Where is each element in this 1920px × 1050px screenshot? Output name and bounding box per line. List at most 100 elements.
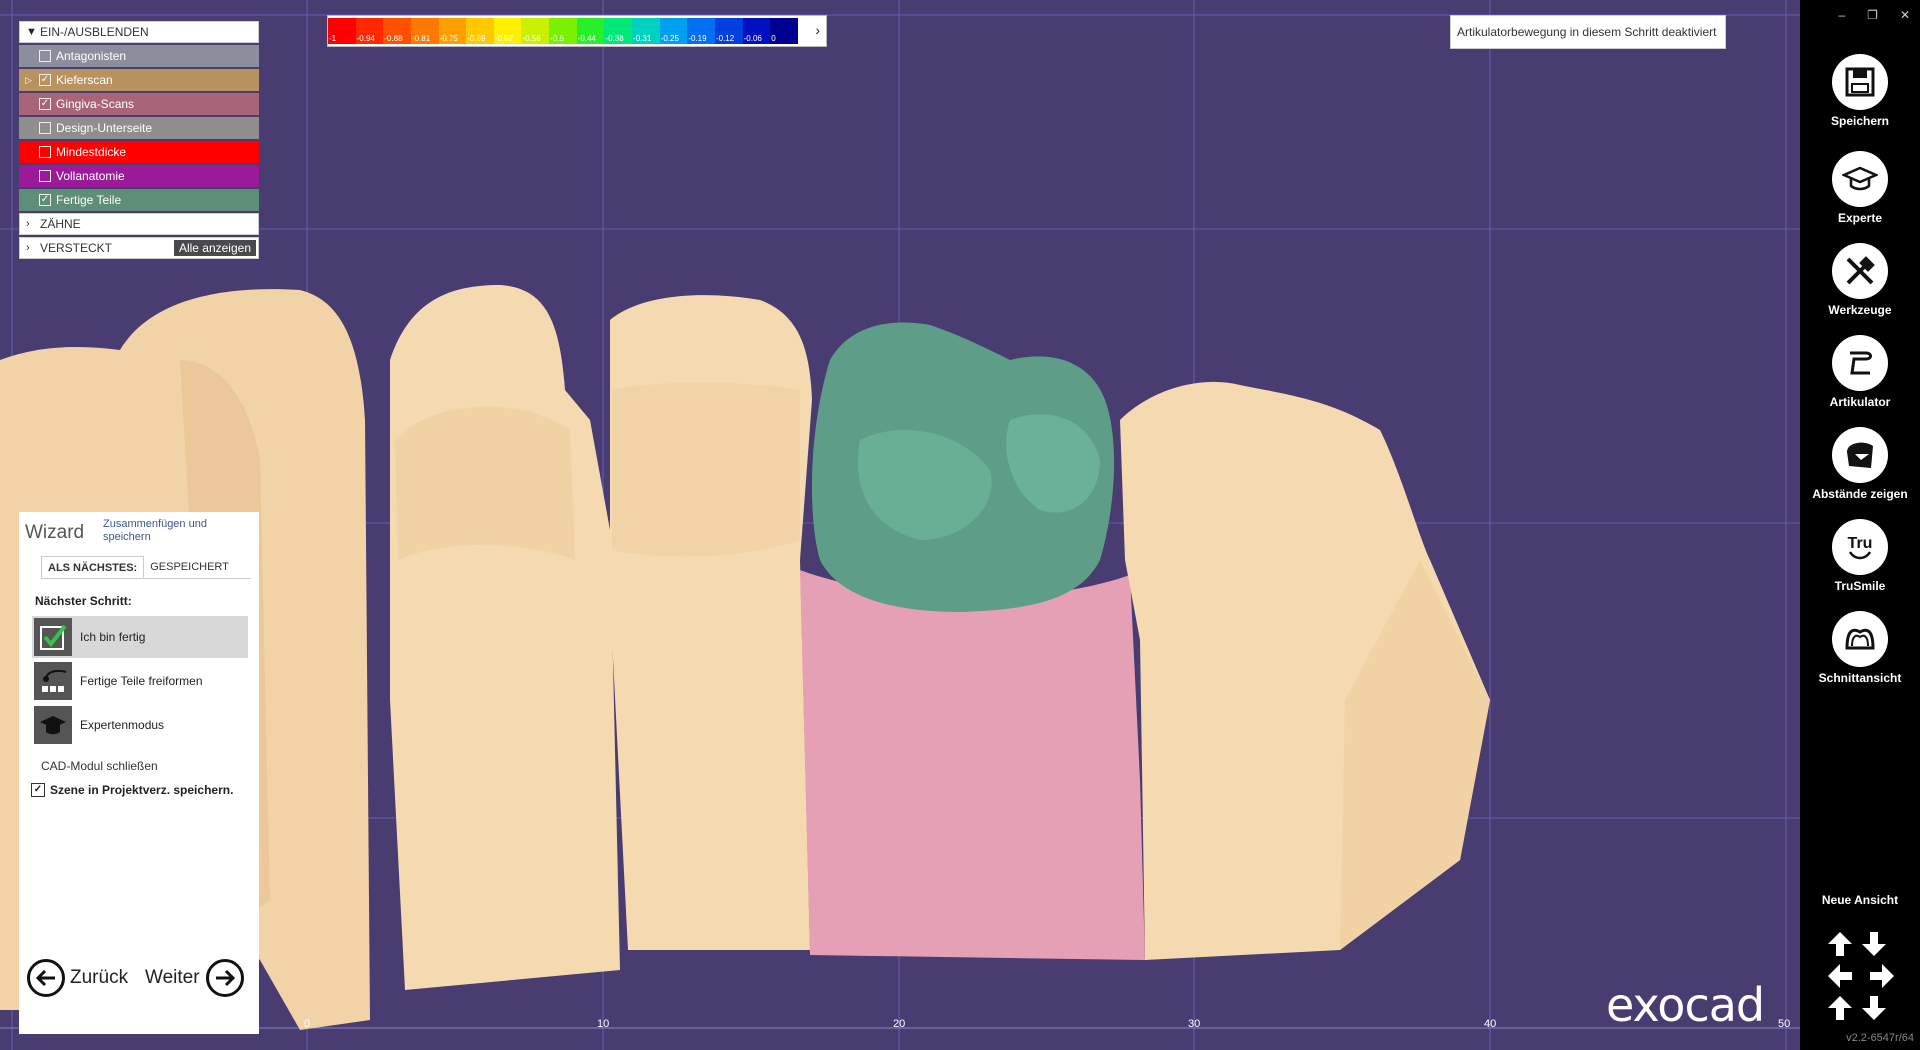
color-scale-label: -0.19	[688, 34, 707, 43]
hidden-section[interactable]: › VERSTECKT Alle anzeigen	[19, 237, 259, 259]
graduation-cap-icon	[34, 706, 72, 744]
save-scene-checkbox[interactable]: ✓ Szene in Projektverz. speichern.	[31, 783, 233, 797]
tab-saved[interactable]: GESPEICHERT	[144, 556, 235, 578]
color-scale-label: -0.81	[411, 34, 431, 43]
jaw-scan-tooth-2	[390, 285, 620, 990]
tool-label: Werkzeuge	[1828, 303, 1892, 317]
articulator-tool[interactable]: Artikulator	[1800, 335, 1920, 425]
color-scale-segment: -0.5	[549, 18, 577, 44]
color-scale-segment: -0.69	[466, 18, 494, 44]
section-view-tool[interactable]: Schnittansicht	[1800, 611, 1920, 701]
color-scale-segment: -0.19	[687, 18, 715, 44]
layer-label: Gingiva-Scans	[56, 97, 135, 111]
close-icon[interactable]: ✕	[1900, 8, 1910, 22]
freeform-icon	[34, 662, 72, 700]
chevron-down-icon: ▼	[26, 26, 37, 38]
step-label: Fertige Teile freiformen	[80, 674, 203, 688]
ruler-tick: 20	[893, 1018, 906, 1030]
step-expert[interactable]: Expertenmodus	[32, 704, 248, 746]
color-scale-label: -0.94	[356, 34, 375, 43]
tool-label: Abstände zeigen	[1812, 487, 1908, 501]
checkbox-unchecked[interactable]	[39, 146, 51, 158]
step-label: Ich bin fertig	[80, 630, 146, 644]
color-scale-segment: -0.88	[383, 18, 411, 44]
checkbox-unchecked[interactable]	[39, 122, 51, 134]
color-scale-label: -0.38	[605, 34, 624, 43]
next-button[interactable]: Weiter	[145, 959, 244, 997]
layer-label: Design-Unterseite	[56, 121, 153, 135]
layer-row[interactable]: ▷ ✓ Kieferscan	[19, 69, 259, 91]
articulator-notice: Artikulatorbewegung in diesem Schritt de…	[1450, 15, 1726, 49]
layer-row[interactable]: Design-Unterseite	[19, 117, 259, 139]
color-scale-label: -0.69	[467, 34, 486, 43]
ruler-tick: 10	[597, 1018, 610, 1030]
color-scale-segment: -0.06	[742, 18, 771, 44]
color-scale-segment: -0.75	[438, 18, 467, 44]
color-scale-segment: -0.31	[632, 18, 660, 44]
color-scale-segment: -1	[328, 18, 356, 44]
expert-tool[interactable]: Experte	[1800, 151, 1920, 241]
back-label: Zurück	[70, 967, 129, 988]
close-cad-link[interactable]: CAD-Modul schließen	[41, 759, 158, 773]
color-scale-label: -0.88	[384, 34, 403, 43]
3d-viewport[interactable]: 0 10 20 30 40 50 ▼ EIN-/AUSBLENDEN Antag…	[0, 0, 1800, 1050]
layer-label: Mindestdicke	[56, 145, 127, 159]
save-tool[interactable]: Speichern	[1800, 54, 1920, 144]
version-label: v2.2-6547r/64	[1846, 1032, 1914, 1044]
teeth-section[interactable]: › ZÄHNE	[19, 213, 259, 235]
tool-label: Experte	[1837, 211, 1883, 225]
tool-label: Schnittansicht	[1818, 671, 1902, 685]
tools-tool[interactable]: Werkzeuge	[1800, 243, 1920, 333]
step-label: Expertenmodus	[80, 718, 165, 732]
restore-icon[interactable]: ❐	[1867, 8, 1878, 22]
view-arrows-icon[interactable]	[1826, 930, 1896, 1022]
checkbox-checked[interactable]: ✓	[39, 74, 51, 86]
layer-visibility-panel: ▼ EIN-/AUSBLENDEN Antagonisten ▷ ✓ Kiefersc…	[19, 21, 259, 261]
color-scale-label: -1	[329, 34, 337, 43]
articulator-icon	[1832, 335, 1888, 391]
expand-arrow-icon[interactable]: ▷	[25, 75, 39, 86]
chevron-right-icon: ›	[26, 242, 30, 254]
layer-row[interactable]: Vollanatomie	[19, 165, 259, 187]
color-scale-label: -0.56	[522, 34, 541, 43]
checkbox-checked[interactable]: ✓	[31, 783, 45, 797]
chevron-right-icon[interactable]: ›	[815, 22, 820, 38]
step-done[interactable]: Ich bin fertig	[32, 616, 248, 658]
layer-row[interactable]: ✓ Gingiva-Scans	[19, 93, 259, 115]
layer-label: Vollanatomie	[56, 169, 125, 183]
checkbox-checked[interactable]: ✓	[39, 98, 51, 110]
ruler-tick: 50	[1778, 1018, 1791, 1030]
dental-model-scene[interactable]	[0, 0, 1800, 1050]
trusmile-icon: Tru	[1832, 519, 1888, 575]
svg-text:Tru: Tru	[1848, 535, 1873, 552]
gingiva-scan	[800, 570, 1145, 960]
distance-icon	[1832, 427, 1888, 483]
trusmile-tool[interactable]: Tru TruSmile	[1800, 519, 1920, 609]
color-scale-segment: -0.81	[410, 18, 439, 44]
tools-icon	[1832, 243, 1888, 299]
tab-next[interactable]: ALS NÄCHSTES:	[41, 556, 145, 578]
layer-panel-title: EIN-/AUSBLENDEN	[40, 25, 149, 39]
checkbox-unchecked[interactable]	[39, 50, 51, 62]
arrow-right-icon	[205, 959, 244, 997]
checkbox-checked[interactable]: ✓	[39, 194, 51, 206]
window-controls: – ❐ ✕	[1838, 8, 1910, 22]
layer-row[interactable]: ✓ Fertige Teile	[19, 189, 259, 211]
step-freeform[interactable]: Fertige Teile freiformen	[32, 660, 248, 702]
layer-panel-header[interactable]: ▼ EIN-/AUSBLENDEN	[19, 21, 259, 43]
color-scale-segment: -0.12	[714, 18, 743, 44]
distance-tool[interactable]: Abstände zeigen	[1800, 427, 1920, 517]
brand-logo: exocad	[1606, 978, 1765, 1032]
back-button[interactable]: Zurück	[27, 959, 128, 997]
layer-row[interactable]: Antagonisten	[19, 45, 259, 67]
color-scale-label: -0.12	[715, 34, 735, 43]
minimize-icon[interactable]: –	[1838, 8, 1845, 22]
color-scale-label: -0.5	[550, 34, 564, 43]
next-step-label: Nächster Schritt:	[35, 594, 132, 608]
layer-row[interactable]: Mindestdicke	[19, 141, 259, 163]
checkmark-icon	[34, 618, 72, 656]
wizard-subtitle: Zusammenfügen und speichern	[103, 518, 207, 543]
graduation-cap-icon	[1832, 151, 1888, 207]
checkbox-unchecked[interactable]	[39, 170, 51, 182]
show-all-button[interactable]: Alle anzeigen	[173, 240, 256, 256]
